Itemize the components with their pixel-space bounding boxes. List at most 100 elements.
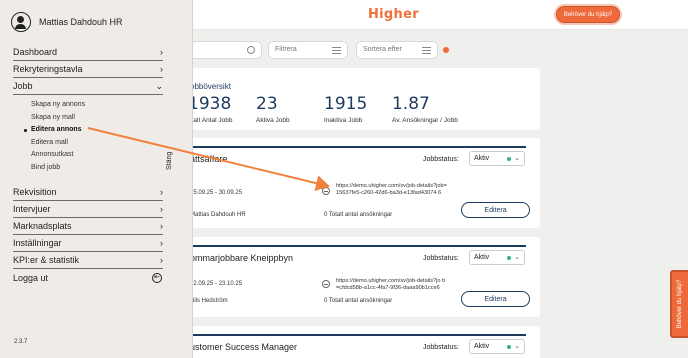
job-status-value: Aktiv bbox=[474, 155, 490, 162]
filter-select[interactable]: Filtrera bbox=[268, 41, 348, 59]
menu-item-label: Marknadsplats bbox=[13, 221, 72, 231]
menu-item-interviews[interactable]: Intervjuer › bbox=[13, 201, 163, 218]
menu-item-label: KPI:er & statistik bbox=[13, 255, 80, 265]
menu-item-marketplace[interactable]: Marknadsplats › bbox=[13, 218, 163, 235]
menu-item-requisition[interactable]: Rekvisition › bbox=[13, 184, 163, 201]
menu-item-label: Inställningar bbox=[13, 238, 62, 248]
job-title[interactable]: ommarjobbare Kneippbyn bbox=[190, 253, 293, 263]
card-divider bbox=[186, 334, 526, 336]
filter-icon bbox=[332, 47, 341, 54]
drawer-menu-bottom: Rekvisition › Intervjuer › Marknadsplats… bbox=[13, 184, 163, 286]
chevron-right-icon: › bbox=[160, 47, 163, 57]
stat-value: 23 bbox=[256, 94, 278, 114]
job-dates: 12.09.25 - 23.10.25 bbox=[190, 281, 243, 287]
filter-label: Filtrera bbox=[275, 46, 297, 53]
job-overview-card: obböversikt 1938 otalt Antal Jobb 23 Akt… bbox=[180, 68, 540, 130]
close-drawer-label[interactable]: Stäng bbox=[166, 152, 173, 170]
link-icon bbox=[322, 187, 330, 195]
submenu-item-create-ad[interactable]: Skapa ny annons bbox=[31, 99, 85, 112]
job-card: ustomer Success Manager Jobbstatus: Akti… bbox=[180, 326, 540, 358]
submenu-item-bind-job[interactable]: Bind jobb bbox=[31, 162, 85, 175]
drawer-menu-top: Dashboard › Rekryteringstavla › Jobb ⌄ bbox=[13, 44, 163, 95]
stat-inactive-jobs: 1915 Inaktiva Jobb bbox=[324, 94, 367, 124]
status-dot-icon bbox=[507, 256, 511, 260]
menu-item-label: Logga ut bbox=[13, 272, 49, 283]
job-status-select[interactable]: Aktiv ⌄ bbox=[469, 250, 525, 265]
sort-icon bbox=[422, 47, 431, 54]
feedback-tab-label: Behöver du hjälp? bbox=[677, 279, 683, 329]
card-divider bbox=[186, 146, 526, 148]
stat-avg-applications: 1.87 Av. Ansökningar / Jobb bbox=[392, 94, 458, 124]
job-applicants: 0 Totalt antal ansökningar bbox=[324, 298, 393, 304]
job-url[interactable]: https://demo.uhigher.com/sv/job-details?… bbox=[336, 278, 448, 292]
brand-logo[interactable]: Higher bbox=[368, 7, 419, 22]
feedback-tab[interactable]: Behöver du hjälp? bbox=[670, 270, 688, 338]
edit-button[interactable]: Editera bbox=[461, 202, 530, 218]
jobs-submenu: Skapa ny annons Skapa ny mall Editera an… bbox=[23, 99, 85, 175]
submenu-item-create-template[interactable]: Skapa ny mall bbox=[31, 112, 85, 125]
menu-item-label: Rekryteringstavla bbox=[13, 64, 83, 74]
menu-item-dashboard[interactable]: Dashboard › bbox=[13, 44, 163, 61]
card-divider bbox=[186, 245, 526, 247]
edit-button[interactable]: Editera bbox=[461, 291, 530, 307]
job-card: ommarjobbare Kneippbyn Jobbstatus: Aktiv… bbox=[180, 237, 540, 317]
drawer-header: Mattias Dahdouh HR bbox=[11, 12, 123, 32]
status-dot-icon bbox=[507, 345, 511, 349]
search-icon bbox=[247, 46, 255, 54]
job-applicants: 0 Totalt antal ansökningar bbox=[324, 212, 393, 218]
stat-value: 1.87 bbox=[392, 94, 430, 114]
overview-title: obböversikt bbox=[190, 82, 231, 91]
sort-select[interactable]: Sortera efter bbox=[356, 41, 438, 59]
status-dot-icon bbox=[507, 157, 511, 161]
job-url[interactable]: https://demo.uhigher.com/sv/job-details?… bbox=[336, 183, 448, 197]
stat-label: Av. Ansökningar / Jobb bbox=[392, 117, 458, 124]
chevron-down-icon: ⌄ bbox=[514, 155, 520, 162]
job-status-label: Jobbstatus: bbox=[423, 156, 459, 163]
chevron-right-icon: › bbox=[160, 255, 163, 265]
chevron-right-icon: › bbox=[160, 221, 163, 231]
stat-label: Inaktiva Jobb bbox=[324, 117, 363, 124]
menu-item-settings[interactable]: Inställningar › bbox=[13, 235, 163, 252]
job-title[interactable]: ustomer Success Manager bbox=[190, 342, 297, 352]
chevron-right-icon: › bbox=[160, 204, 163, 214]
menu-item-logout[interactable]: Logga ut bbox=[13, 269, 163, 286]
help-button[interactable]: Behöver du hjälp? bbox=[556, 6, 620, 23]
job-status-select[interactable]: Aktiv ⌄ bbox=[469, 151, 525, 166]
submenu-item-drafts[interactable]: Annonsutkast bbox=[31, 149, 85, 162]
submenu-item-edit-template[interactable]: Editera mall bbox=[31, 137, 85, 150]
job-card: ättsäffare Jobbstatus: Aktiv ⌄ 15.09.25 … bbox=[180, 138, 540, 228]
menu-item-label: Dashboard bbox=[13, 47, 58, 57]
job-status-select[interactable]: Aktiv ⌄ bbox=[469, 339, 525, 354]
menu-item-label: Rekvisition bbox=[13, 187, 57, 197]
chevron-right-icon: › bbox=[160, 238, 163, 248]
job-title[interactable]: ättsäffare bbox=[190, 154, 227, 164]
stat-value: 1938 bbox=[188, 94, 232, 114]
menu-item-recruitment-board[interactable]: Rekryteringstavla › bbox=[13, 61, 163, 78]
stat-label: Aktiva Jobb bbox=[256, 117, 290, 124]
menu-item-jobs[interactable]: Jobb ⌄ bbox=[13, 78, 163, 95]
menu-item-kpi-statistics[interactable]: KPI:er & statistik › bbox=[13, 252, 163, 269]
chevron-down-icon: ⌄ bbox=[514, 254, 520, 261]
chevron-right-icon: › bbox=[160, 64, 163, 74]
user-avatar-icon[interactable] bbox=[11, 12, 31, 32]
job-owner: Nils Hedström bbox=[190, 298, 228, 304]
navigation-drawer: Mattias Dahdouh HR Dashboard › Rekryteri… bbox=[0, 0, 193, 358]
app-version: 2.3.7 bbox=[14, 339, 28, 345]
stat-total-jobs: 1938 otalt Antal Jobb bbox=[188, 94, 232, 124]
menu-item-label: Jobb bbox=[13, 81, 33, 91]
job-status-value: Aktiv bbox=[474, 343, 490, 350]
logout-icon[interactable]: ⇤ bbox=[152, 273, 162, 283]
info-icon[interactable] bbox=[443, 47, 449, 53]
stat-active-jobs: 23 Aktiva Jobb bbox=[256, 94, 290, 124]
job-owner: Mattias Dahdouh HR bbox=[190, 212, 246, 218]
job-status-label: Jobbstatus: bbox=[423, 255, 459, 262]
stat-label: otalt Antal Jobb bbox=[188, 117, 233, 124]
submenu-item-edit-ad[interactable]: Editera annons bbox=[23, 124, 85, 137]
user-name: Mattias Dahdouh HR bbox=[39, 17, 123, 27]
chevron-down-icon: ⌄ bbox=[514, 343, 520, 350]
job-status-label: Jobbstatus: bbox=[423, 344, 459, 351]
sort-label: Sortera efter bbox=[363, 46, 402, 53]
link-icon bbox=[322, 280, 330, 288]
chevron-right-icon: › bbox=[160, 187, 163, 197]
job-dates: 15.09.25 - 30.09.25 bbox=[190, 190, 243, 196]
